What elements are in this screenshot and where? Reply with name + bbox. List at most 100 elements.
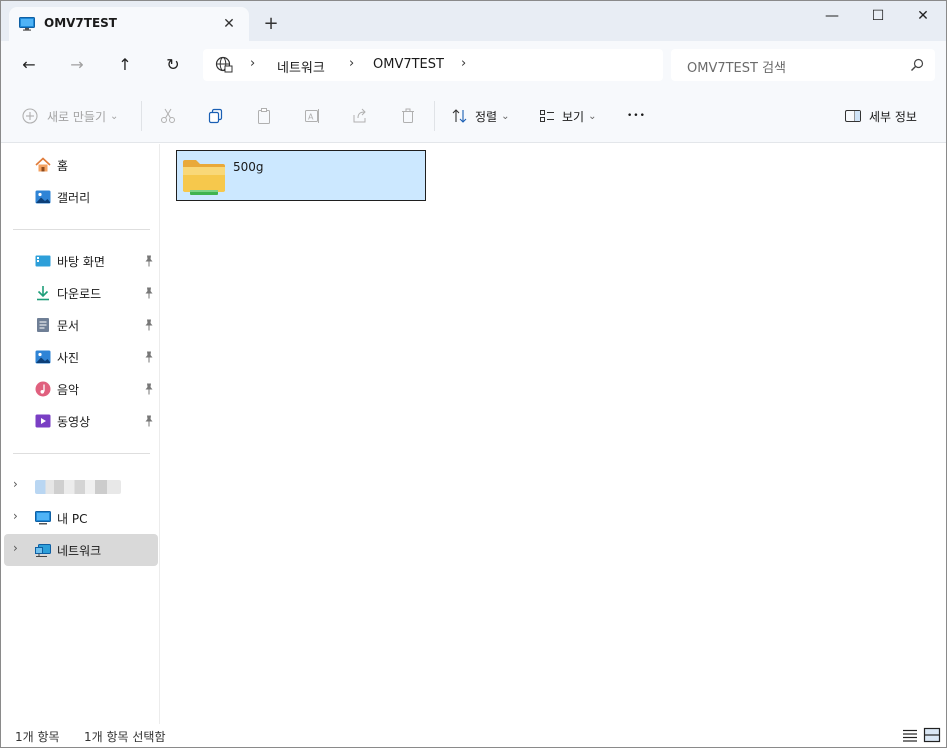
sidebar-item-pictures[interactable]: 사진	[4, 341, 158, 373]
details-view-icon[interactable]	[901, 727, 919, 743]
sidebar-item-videos[interactable]: 동영상	[4, 405, 158, 437]
command-separator	[434, 101, 435, 131]
breadcrumb-omv7test[interactable]: OMV7TEST	[373, 57, 444, 72]
title-bar: OMV7TEST ✕ + — ☐ ✕	[1, 1, 946, 41]
sidebar-item-label: 동영상	[57, 415, 91, 429]
sidebar-item-label: 홈	[57, 159, 69, 173]
cut-icon[interactable]	[159, 107, 177, 125]
sort-label: 정렬	[475, 109, 498, 124]
sidebar-item-label: 다운로드	[57, 287, 102, 301]
details-label: 세부 정보	[869, 109, 917, 124]
sidebar-item-downloads[interactable]: 다운로드	[4, 277, 158, 309]
network-icon	[35, 544, 51, 557]
sidebar-item-documents[interactable]: 문서	[4, 309, 158, 341]
forward-button[interactable]: →	[63, 51, 91, 79]
chevron-down-icon: ⌄	[110, 110, 119, 122]
redacted-label	[35, 480, 121, 494]
more-icon: •••	[627, 111, 646, 121]
folder-name: 500g	[233, 160, 264, 174]
pin-icon[interactable]	[144, 255, 154, 267]
minimize-button[interactable]: —	[809, 1, 855, 33]
pin-icon[interactable]	[144, 319, 154, 331]
desktop-icon	[35, 255, 51, 267]
folder-tile-500g[interactable]: 500g	[176, 150, 426, 201]
home-icon	[35, 157, 51, 172]
search-icon[interactable]	[909, 57, 925, 73]
network-globe-icon	[215, 56, 233, 73]
network-share-folder-icon	[183, 160, 225, 195]
more-options-button[interactable]: •••	[627, 106, 646, 126]
chevron-right-icon[interactable]: ›	[13, 541, 18, 555]
sidebar-item-desktop[interactable]: 바탕 화면	[4, 245, 158, 277]
selected-count: 1개 항목 선택함	[84, 730, 166, 744]
sidebar-item-this-pc[interactable]: › 내 PC	[4, 502, 158, 534]
file-list[interactable]: 500g	[161, 144, 946, 724]
delete-icon[interactable]	[399, 107, 417, 125]
documents-icon	[37, 318, 49, 332]
details-pane-icon	[845, 110, 861, 122]
pc-icon	[35, 511, 51, 525]
share-icon[interactable]	[351, 107, 369, 125]
explorer-window: OMV7TEST ✕ + — ☐ ✕ ← → ↑ ↻ › 네트워크 › OMV7…	[0, 0, 947, 748]
plus-circle-icon	[22, 108, 38, 124]
sidebar-item-network[interactable]: › 네트워크	[4, 534, 158, 566]
navigation-pane: 홈 갤러리 바탕 화면 다운로드 문서 사진 음악 동영상 › › 내 PC ›…	[1, 144, 160, 724]
sidebar-item-label: 음악	[57, 383, 80, 397]
videos-icon	[35, 414, 51, 428]
maximize-button[interactable]: ☐	[855, 1, 901, 33]
sidebar-item-label: 바탕 화면	[57, 255, 105, 269]
close-window-button[interactable]: ✕	[900, 1, 946, 33]
sidebar-item-label: 사진	[57, 351, 80, 365]
search-input[interactable]: OMV7TEST 검색	[687, 57, 786, 76]
sidebar-divider	[13, 229, 150, 230]
up-button[interactable]: ↑	[111, 51, 139, 79]
rename-icon[interactable]: A	[303, 107, 321, 125]
breadcrumb-network[interactable]: 네트워크	[277, 57, 325, 76]
breadcrumb-separator-icon[interactable]: ›	[250, 56, 255, 71]
sidebar-item-home[interactable]: 홈	[4, 149, 158, 181]
paste-icon[interactable]	[255, 107, 273, 125]
details-pane-button[interactable]: 세부 정보	[844, 106, 917, 126]
computer-icon	[19, 17, 35, 31]
breadcrumb-separator-icon[interactable]: ›	[461, 56, 466, 71]
sidebar-item-onedrive-redacted[interactable]: ›	[4, 470, 158, 502]
address-bar[interactable]: › 네트워크 › OMV7TEST ›	[203, 49, 663, 81]
pictures-icon	[35, 350, 51, 364]
pin-icon[interactable]	[144, 287, 154, 299]
tab-title: OMV7TEST	[44, 16, 117, 30]
tiles-view-icon[interactable]	[923, 727, 941, 743]
view-button[interactable]: 보기 ⌄	[538, 106, 596, 126]
command-separator	[141, 101, 142, 131]
refresh-button[interactable]: ↻	[159, 51, 187, 79]
chevron-down-icon: ⌄	[588, 110, 597, 122]
pin-icon[interactable]	[144, 351, 154, 363]
sidebar-item-gallery[interactable]: 갤러리	[4, 181, 158, 213]
sidebar-divider	[13, 453, 150, 454]
chevron-right-icon[interactable]: ›	[13, 477, 18, 491]
chevron-right-icon[interactable]: ›	[13, 509, 18, 523]
status-bar: 1개 항목 1개 항목 선택함	[1, 724, 946, 747]
back-button[interactable]: ←	[15, 51, 43, 79]
new-button[interactable]: 새로 만들기 ⌄	[21, 106, 118, 126]
download-icon	[37, 286, 49, 301]
close-tab-icon[interactable]: ✕	[219, 14, 239, 34]
sidebar-item-label: 네트워크	[57, 544, 102, 558]
gallery-icon	[35, 190, 51, 204]
breadcrumb-separator-icon[interactable]: ›	[349, 56, 354, 71]
copy-icon[interactable]	[207, 107, 225, 125]
tab-omv7test[interactable]: OMV7TEST ✕	[9, 7, 249, 41]
pin-icon[interactable]	[144, 415, 154, 427]
sort-icon	[452, 109, 467, 123]
sidebar-item-music[interactable]: 음악	[4, 373, 158, 405]
sort-button[interactable]: 정렬 ⌄	[451, 106, 509, 126]
chevron-down-icon: ⌄	[501, 110, 510, 122]
search-box[interactable]: OMV7TEST 검색	[671, 49, 935, 81]
new-button-label: 새로 만들기	[47, 109, 107, 124]
svg-text:A: A	[308, 113, 314, 122]
sidebar-item-label: 문서	[57, 319, 80, 333]
new-tab-button[interactable]: +	[259, 13, 283, 37]
view-icon	[540, 110, 554, 122]
item-count: 1개 항목	[15, 730, 60, 744]
pin-icon[interactable]	[144, 383, 154, 395]
music-icon	[35, 381, 51, 397]
